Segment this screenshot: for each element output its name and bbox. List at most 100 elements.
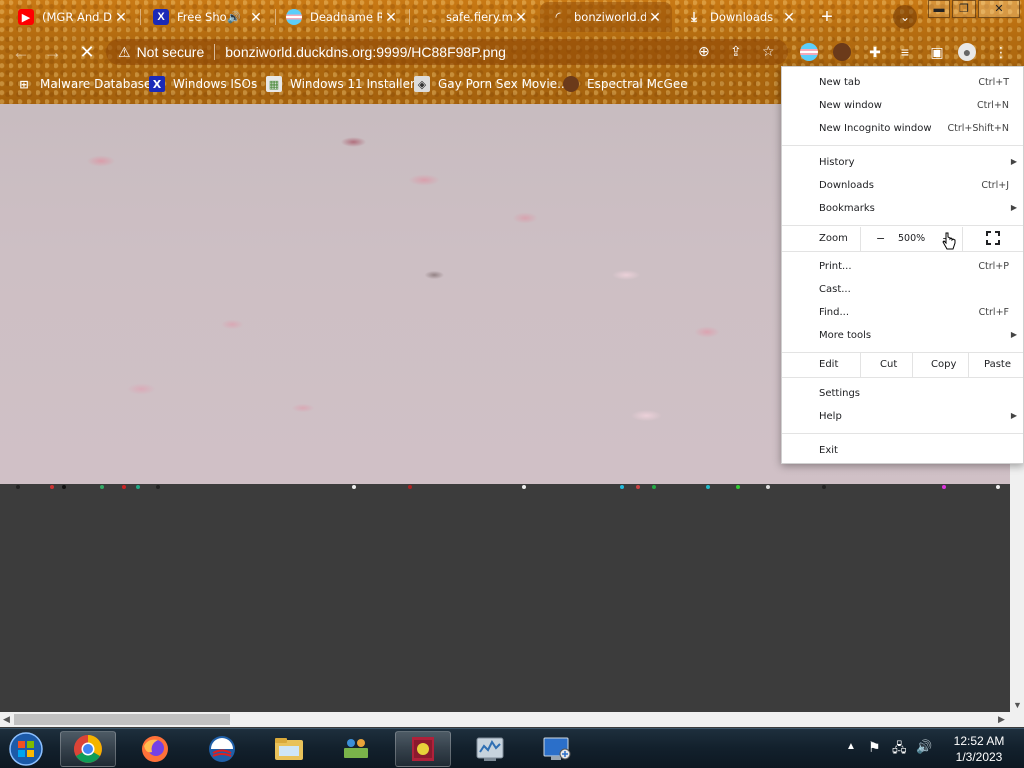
tab-bonziworld[interactable]: ◜ bonziworld.d ✕ [540, 2, 672, 32]
url-text[interactable]: bonziworld.duckdns.org:9999/HC88F98P.png [225, 44, 506, 60]
menu-cast[interactable]: Cast... [782, 279, 1023, 301]
close-tab-icon[interactable]: ✕ [382, 9, 400, 26]
zoom-out-button[interactable]: − [876, 232, 885, 245]
bookmark-windows-11-installer[interactable]: ▦ Windows 11 Installer [266, 75, 415, 93]
address-bar[interactable]: ⚠ Not secure bonziworld.duckdns.org:9999… [106, 39, 788, 65]
taskbar-winrar[interactable] [395, 731, 451, 767]
volume-icon[interactable]: 🔊 [916, 739, 932, 755]
x-icon: X [153, 9, 169, 25]
back-button[interactable]: ← [10, 41, 32, 63]
scroll-down-arrow-icon[interactable]: ▼ [1013, 700, 1022, 710]
security-status[interactable]: Not secure [137, 44, 205, 60]
menu-more-tools[interactable]: More tools ▶ [782, 325, 1023, 347]
menu-item-label: Bookmarks [819, 203, 875, 214]
trans-flag-extension-icon[interactable] [800, 43, 818, 61]
close-window-button[interactable]: ✕ [978, 0, 1020, 18]
stop-loading-button[interactable]: ✕ [76, 41, 98, 63]
taskbar-obama-app[interactable] [194, 731, 250, 767]
taskbar-network-people[interactable] [328, 731, 384, 767]
taskbar-remote-desktop[interactable] [529, 731, 585, 767]
action-center-flag-icon[interactable]: ⚑ [868, 739, 881, 756]
menu-downloads[interactable]: Downloads Ctrl+J [782, 175, 1023, 197]
close-tab-icon[interactable]: ✕ [780, 9, 798, 26]
menu-bookmarks[interactable]: Bookmarks ▶ [782, 198, 1023, 220]
audio-playing-icon[interactable]: 🔊 [227, 11, 241, 24]
bookmark-star-icon[interactable]: ☆ [762, 43, 775, 60]
blank-page-icon: ˍ [428, 11, 432, 23]
menu-print[interactable]: Print... Ctrl+P [782, 256, 1023, 278]
minimize-button[interactable]: ▬ [928, 0, 950, 18]
show-hidden-icons-icon[interactable]: ▲ [846, 741, 856, 752]
menu-help[interactable]: Help ▶ [782, 406, 1023, 428]
tab-title: Downloads [710, 10, 774, 24]
scroll-left-arrow-icon[interactable]: ◀ [3, 714, 10, 725]
chrome-menu-button[interactable]: ⋮ [992, 43, 1010, 61]
taskbar-task-manager[interactable] [462, 731, 518, 767]
copy-button[interactable]: Copy [931, 359, 956, 370]
restore-button[interactable]: ❐ [952, 0, 976, 18]
close-tab-icon[interactable]: ✕ [512, 9, 530, 26]
extensions-puzzle-icon[interactable]: ✚ [866, 43, 884, 61]
menu-settings[interactable]: Settings [782, 383, 1023, 405]
tab-title: bonziworld.d [574, 10, 646, 24]
paste-button[interactable]: Paste [984, 359, 1011, 370]
menu-item-label: New Incognito window [819, 123, 932, 134]
share-icon[interactable]: ⇪ [730, 43, 742, 60]
horizontal-scroll-thumb[interactable] [14, 714, 230, 725]
menu-shortcut: Ctrl+J [981, 180, 1009, 191]
profile-extension-icon[interactable] [833, 43, 851, 61]
forward-button[interactable]: → [42, 41, 64, 63]
network-icon[interactable]: 🖧 [892, 739, 907, 761]
menu-exit[interactable]: Exit [782, 440, 1023, 462]
chrome-menu: New tab Ctrl+T New window Ctrl+N New Inc… [781, 66, 1024, 464]
bookmark-malware-database[interactable]: ⊞ Malware Database [16, 75, 151, 93]
menu-item-label: Downloads [819, 180, 874, 191]
submenu-arrow-icon: ▶ [1010, 411, 1017, 420]
menu-history[interactable]: History ▶ [782, 152, 1023, 174]
zoom-level: 500% [898, 233, 926, 244]
tab-downloads[interactable]: ⤓ Downloads ✕ [676, 2, 806, 32]
taskbar-firefox[interactable] [127, 731, 183, 767]
profile-avatar-icon[interactable]: ● [958, 43, 976, 61]
menu-new-incognito-window[interactable]: New Incognito window Ctrl+Shift+N [782, 118, 1023, 140]
tab-title: Free Sho [177, 10, 227, 24]
menu-item-label: Print... [819, 261, 852, 272]
start-button[interactable] [6, 731, 46, 767]
system-clock[interactable]: 12:52 AM 1/3/2023 [944, 733, 1014, 765]
zoom-icon[interactable]: ⊕ [698, 43, 710, 60]
tab-safe-fiery[interactable]: ˍ safe.fiery.me ✕ [412, 2, 538, 32]
tab-free-sho[interactable]: X Free Sho 🔊 ✕ [143, 2, 273, 32]
menu-item-label: Find... [819, 307, 850, 318]
obama-logo-icon [209, 736, 235, 762]
menu-new-window[interactable]: New window Ctrl+N [782, 95, 1023, 117]
menu-item-label: More tools [819, 330, 872, 341]
tab-search-button[interactable]: ⌄ [893, 5, 917, 29]
tab-youtube[interactable]: ▶ (MGR And D... ✕ [8, 2, 138, 32]
tab-deadname[interactable]: Deadname Re ✕ [276, 2, 408, 32]
cut-button[interactable]: Cut [880, 359, 897, 370]
menu-shortcut: Ctrl+Shift+N [947, 123, 1009, 134]
close-tab-icon[interactable]: ✕ [247, 9, 265, 26]
file-explorer-icon [275, 738, 303, 760]
side-panel-icon[interactable]: ▣ [928, 43, 946, 61]
fullscreen-icon[interactable] [986, 231, 1000, 245]
remote-desktop-icon [543, 737, 571, 760]
taskbar-chrome[interactable] [60, 731, 116, 767]
warning-icon[interactable]: ⚠ [118, 44, 131, 61]
scroll-right-arrow-icon[interactable]: ▶ [998, 714, 1005, 725]
bookmark-espectral-mcgee[interactable]: Espectral McGee [563, 75, 688, 93]
taskbar-file-explorer[interactable] [261, 731, 317, 767]
close-tab-icon[interactable]: ✕ [112, 9, 130, 26]
new-tab-button[interactable]: + [815, 6, 839, 28]
close-tab-icon[interactable]: ✕ [646, 9, 664, 26]
menu-new-tab[interactable]: New tab Ctrl+T [782, 72, 1023, 94]
bookmark-windows-isos[interactable]: X Windows ISOs [149, 75, 257, 93]
clock-time: 12:52 AM [953, 734, 1005, 748]
menu-find[interactable]: Find... Ctrl+F [782, 302, 1023, 324]
reading-list-icon[interactable]: ≡ [896, 43, 914, 61]
edit-label: Edit [819, 359, 839, 370]
horizontal-scrollbar[interactable]: ◀ ▶ [0, 712, 1010, 727]
network-people-icon [344, 739, 368, 758]
bookmark-gay-porn-sex-movie[interactable]: ◈ Gay Porn Sex Movie... [414, 75, 569, 93]
bookmark-label: Espectral McGee [587, 77, 688, 91]
